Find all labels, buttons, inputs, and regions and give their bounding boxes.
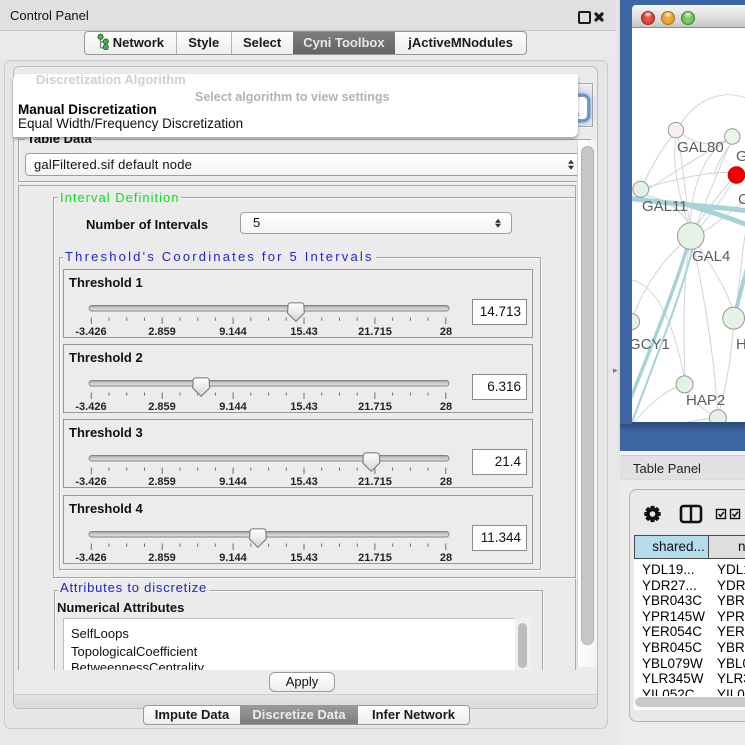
svg-text:GAL4: GAL4: [692, 248, 730, 265]
svg-text:HAP2: HAP2: [686, 392, 725, 409]
svg-text:C: C: [738, 191, 745, 208]
svg-text:GAL80: GAL80: [677, 139, 724, 156]
svg-text:H: H: [736, 336, 745, 353]
svg-text:GA: GA: [736, 148, 745, 165]
svg-text:GCY1: GCY1: [632, 336, 670, 353]
svg-text:GAL11: GAL11: [642, 198, 688, 215]
